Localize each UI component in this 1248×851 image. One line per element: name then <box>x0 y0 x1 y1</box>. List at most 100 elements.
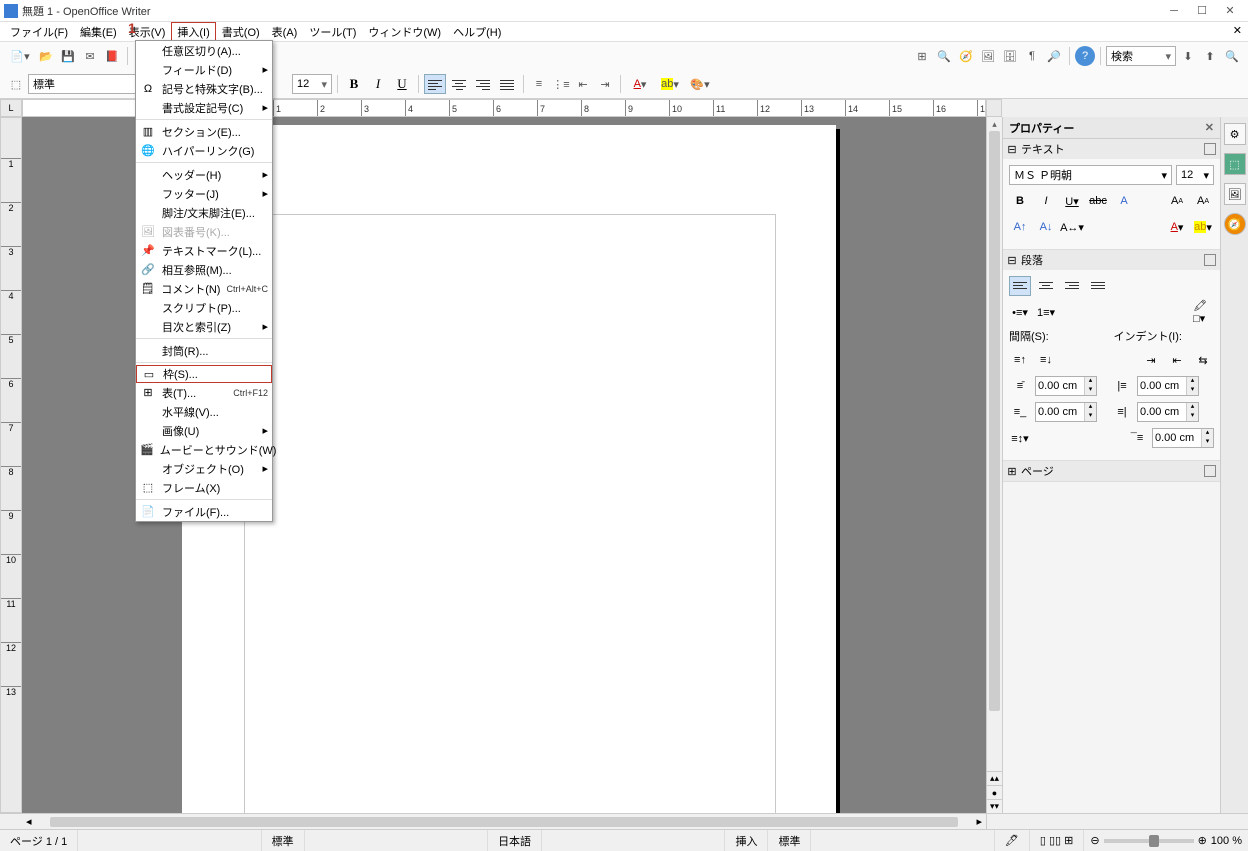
underline-button[interactable]: U <box>391 74 413 94</box>
sidebar-underline-button[interactable]: U▾ <box>1061 191 1083 211</box>
align-right-button[interactable] <box>472 74 494 94</box>
prev-page-button[interactable]: ▴▴ <box>987 771 1002 785</box>
tab-properties[interactable]: ⚙ <box>1224 123 1246 145</box>
menu-tools[interactable]: ツール(T) <box>303 22 362 42</box>
sidebar-super-button[interactable]: AA <box>1166 191 1188 211</box>
pdf-button[interactable]: 📕 <box>102 46 122 66</box>
sidebar-close-button[interactable]: ✕ <box>1205 121 1214 134</box>
sidebar-highlight-button[interactable]: ab▾ <box>1192 217 1214 237</box>
sidebar-grow-button[interactable]: A↑ <box>1009 217 1031 237</box>
menu-horizontal-rule[interactable]: 水平線(V)... <box>136 402 272 421</box>
expand-icon[interactable]: ⊞ <box>1007 465 1017 478</box>
close-button[interactable]: ✕ <box>1216 2 1244 20</box>
doc-close-button[interactable]: ✕ <box>1233 24 1242 37</box>
menu-comment[interactable]: 🗒コメント(N)Ctrl+Alt+C <box>136 279 272 298</box>
increase-spacing-button[interactable]: ≡↑ <box>1009 350 1031 370</box>
sidebar-shrink-button[interactable]: A↓ <box>1035 217 1057 237</box>
menu-insert-table[interactable]: ⊞表(T)...Ctrl+F12 <box>136 383 272 402</box>
style-combo[interactable]: 標準▾ <box>28 74 148 94</box>
increase-indent-button[interactable]: ⇥ <box>1140 350 1162 370</box>
status-insert-mode[interactable]: 挿入 <box>725 830 768 851</box>
para-numbering-button[interactable]: 1≡▾ <box>1035 302 1057 322</box>
zoom-button[interactable]: 🔎 <box>1044 46 1064 66</box>
menu-special-char[interactable]: Ω記号と特殊文字(B)... <box>136 79 272 98</box>
left-indent-spinner[interactable]: ▴▾ <box>1137 376 1199 396</box>
zoom-control[interactable]: ⊖ ⊕ 100 % <box>1084 834 1248 847</box>
vertical-scrollbar[interactable]: ▴ ▴▴ ● ▾▾ <box>986 117 1002 813</box>
page-section-header[interactable]: ⊞ ページ <box>1003 461 1220 481</box>
styles-button[interactable]: ⬚ <box>6 74 26 94</box>
next-page-button[interactable]: ▾▾ <box>987 799 1002 813</box>
menu-format[interactable]: 書式(O) <box>216 22 266 42</box>
maximize-button[interactable]: ☐ <box>1188 2 1216 20</box>
sidebar-sub-button[interactable]: AA <box>1192 191 1214 211</box>
menu-cross-ref[interactable]: 🔗相互参照(M)... <box>136 260 272 279</box>
open-button[interactable]: 📂 <box>36 46 56 66</box>
decrease-indent-button[interactable]: ⇤ <box>573 74 593 94</box>
menu-movie[interactable]: 🎬ムービーとサウンド(W) <box>136 440 272 459</box>
menu-fields[interactable]: フィールド(D)▸ <box>136 60 272 79</box>
para-section-header[interactable]: ⊟ 段落 <box>1003 250 1220 270</box>
nonprint-button[interactable]: ¶ <box>1022 46 1042 66</box>
status-style[interactable]: 標準 <box>262 830 305 851</box>
zoom-in-button[interactable]: ⊕ <box>1198 834 1207 847</box>
gallery-button[interactable]: 🖼 <box>978 46 998 66</box>
vertical-ruler[interactable]: 12345678910111213 <box>0 117 22 813</box>
scroll-up-icon[interactable]: ▴ <box>987 117 1002 131</box>
menu-header[interactable]: ヘッダー(H)▸ <box>136 165 272 184</box>
bold-button[interactable]: B <box>343 74 365 94</box>
align-justify-button[interactable] <box>496 74 518 94</box>
font-color-button[interactable]: A▾ <box>626 74 654 94</box>
status-page[interactable]: ページ 1 / 1 <box>0 830 78 851</box>
bullets-button[interactable]: ⋮≡ <box>551 74 571 94</box>
sidebar-font-combo[interactable]: ＭＳ Ｐ明朝▾ <box>1009 165 1172 185</box>
save-button[interactable]: 💾 <box>58 46 78 66</box>
tab-gallery[interactable]: 🖼 <box>1224 183 1246 205</box>
above-spacing-spinner[interactable]: ▴▾ <box>1035 376 1097 396</box>
status-signature[interactable]: 🖊 <box>995 830 1030 851</box>
status-language[interactable]: 日本語 <box>488 830 542 851</box>
hanging-indent-button[interactable]: ⇆ <box>1192 350 1214 370</box>
menu-script[interactable]: スクリプト(P)... <box>136 298 272 317</box>
detach-icon[interactable] <box>1204 254 1216 266</box>
sidebar-bold-button[interactable]: B <box>1009 191 1031 211</box>
horizontal-scrollbar[interactable]: ◂▸ <box>22 813 986 829</box>
para-bullets-button[interactable]: •≡▾ <box>1009 302 1031 322</box>
nav-mode-button[interactable]: ● <box>987 785 1002 799</box>
table-button[interactable]: ⊞ <box>912 46 932 66</box>
menu-envelope[interactable]: 封筒(R)... <box>136 341 272 360</box>
menu-bookmark[interactable]: 📌テキストマーク(L)... <box>136 241 272 260</box>
menu-insert[interactable]: 挿入(I) <box>171 22 215 42</box>
highlight-button[interactable]: ab▾ <box>656 74 684 94</box>
text-section-header[interactable]: ⊟ テキスト <box>1003 139 1220 159</box>
collapse-icon[interactable]: ⊟ <box>1007 143 1017 156</box>
menu-help[interactable]: ヘルプ(H) <box>447 22 507 42</box>
below-spacing-spinner[interactable]: ▴▾ <box>1035 402 1097 422</box>
find-button[interactable]: 🔍 <box>934 46 954 66</box>
para-align-left-button[interactable] <box>1009 276 1031 296</box>
menu-file[interactable]: ファイル(F) <box>4 22 74 42</box>
line-spacing-button[interactable]: ≡↕▾ <box>1009 428 1031 448</box>
menu-footnote[interactable]: 脚注/文末脚注(E)... <box>136 203 272 222</box>
navigator-button[interactable]: 🧭 <box>956 46 976 66</box>
font-size-combo[interactable]: 12▾ <box>292 74 332 94</box>
sidebar-size-combo[interactable]: 12▾ <box>1176 165 1214 185</box>
right-indent-spinner[interactable]: ▴▾ <box>1137 402 1199 422</box>
data-button[interactable]: 🗄 <box>1000 46 1020 66</box>
increase-indent-button[interactable]: ⇥ <box>595 74 615 94</box>
para-align-center-button[interactable] <box>1035 276 1057 296</box>
tab-styles[interactable]: ⬚ <box>1224 153 1246 175</box>
menu-edit[interactable]: 編集(E) <box>74 22 123 42</box>
detach-icon[interactable] <box>1204 465 1216 477</box>
detach-icon[interactable] <box>1204 143 1216 155</box>
scroll-up-button[interactable] <box>986 99 1002 117</box>
menu-frame[interactable]: ▭枠(S)... <box>136 365 272 383</box>
decrease-indent-button[interactable]: ⇤ <box>1166 350 1188 370</box>
menu-indexes[interactable]: 目次と索引(Z)▸ <box>136 317 272 336</box>
sidebar-fontcolor-button[interactable]: A▾ <box>1166 217 1188 237</box>
menu-hyperlink[interactable]: 🌐ハイパーリンク(G) <box>136 141 272 160</box>
sidebar-spacing-button[interactable]: A↔▾ <box>1061 217 1083 237</box>
menu-manual-break[interactable]: 任意区切り(A)... <box>136 41 272 60</box>
search-dialog-button[interactable]: 🔍 <box>1222 46 1242 66</box>
menu-image[interactable]: 画像(U)▸ <box>136 421 272 440</box>
